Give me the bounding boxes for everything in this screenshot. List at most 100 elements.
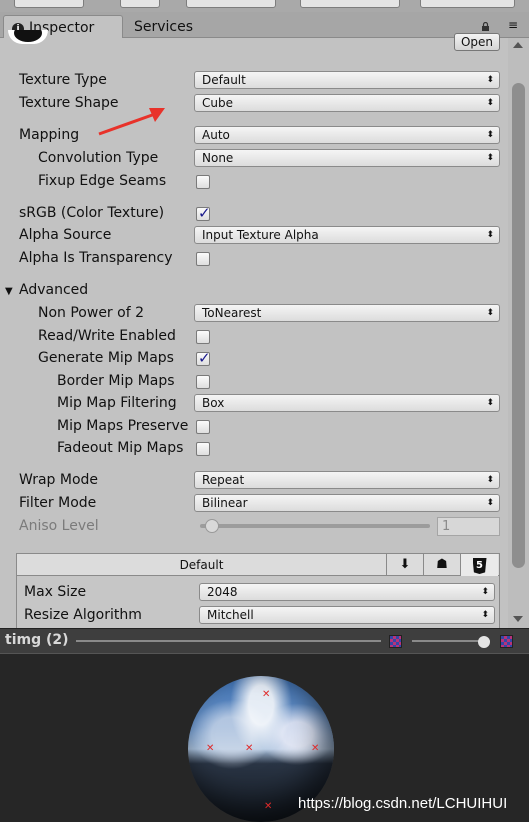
preview-title: timg (2) — [5, 632, 69, 648]
download-icon[interactable]: ⬇ — [387, 554, 424, 576]
resize-algorithm-dropdown[interactable]: Mitchell ⬍ — [199, 606, 495, 624]
mip-map-filtering-label: Mip Map Filtering — [57, 395, 177, 411]
read-write-checkbox[interactable] — [196, 330, 210, 344]
mapping-value: Auto — [202, 128, 230, 142]
fadeout-mip-maps-checkbox[interactable] — [196, 442, 210, 456]
scrollbar[interactable] — [508, 38, 529, 628]
alpha-is-transparency-checkbox[interactable] — [196, 252, 210, 266]
layout-dropdown[interactable] — [420, 0, 515, 8]
mapping-dropdown[interactable]: Auto ⬍ — [194, 126, 500, 144]
filter-mode-dropdown[interactable]: Bilinear ⬍ — [194, 494, 500, 512]
dropdown-arrow-icon: ⬍ — [486, 398, 494, 408]
mip-map-filtering-value: Box — [202, 396, 225, 410]
marker-icon: ✕ — [311, 743, 320, 754]
android-icon[interactable]: ☗ — [424, 554, 461, 576]
max-size-value: 2048 — [207, 585, 238, 599]
aniso-level-slider[interactable] — [200, 524, 430, 528]
dropdown-arrow-icon: ⬍ — [486, 98, 494, 108]
convolution-type-dropdown[interactable]: None ⬍ — [194, 149, 500, 167]
read-write-label: Read/Write Enabled — [38, 328, 176, 344]
html5-glyph: 5 — [472, 558, 487, 574]
filter-mode-value: Bilinear — [202, 496, 248, 510]
wrap-mode-label: Wrap Mode — [19, 472, 99, 488]
dropdown-arrow-icon: ⬍ — [481, 610, 489, 620]
alpha-toggle-icon[interactable] — [500, 635, 513, 648]
wrap-mode-value: Repeat — [202, 473, 245, 487]
fadeout-mip-maps-label: Fadeout Mip Maps — [57, 440, 184, 456]
scroll-down-icon[interactable] — [513, 616, 523, 622]
toolbar-strip — [0, 0, 529, 12]
scrollbar-thumb[interactable] — [512, 83, 525, 568]
tab-services-label: Services — [134, 19, 194, 35]
max-size-label: Max Size — [24, 584, 87, 600]
preview-drag-handle[interactable] — [76, 640, 381, 642]
aniso-level-slider-handle[interactable] — [205, 519, 219, 533]
generate-mip-maps-checkbox[interactable]: ✓ — [196, 349, 211, 367]
resize-algorithm-label: Resize Algorithm — [24, 607, 142, 623]
toolbar-button[interactable] — [120, 0, 160, 8]
advanced-foldout-label[interactable]: Advanced — [19, 282, 88, 298]
resize-algorithm-value: Mitchell — [207, 608, 254, 622]
tab-bar: i Inspector Services ≡ — [0, 12, 529, 38]
fold-open-icon[interactable]: ▼ — [5, 286, 13, 297]
border-mip-maps-label: Border Mip Maps — [57, 373, 175, 389]
dropdown-arrow-icon: ⬍ — [486, 308, 494, 318]
lock-icon[interactable] — [481, 20, 490, 31]
texture-type-dropdown[interactable]: Default ⬍ — [194, 71, 500, 89]
html5-icon[interactable]: 5 — [461, 554, 498, 576]
preview-header[interactable]: timg (2) — [0, 628, 529, 653]
menu-icon[interactable]: ≡ — [508, 18, 518, 32]
mapping-label: Mapping — [19, 127, 80, 143]
marker-icon: ✕ — [264, 801, 273, 812]
convolution-type-label: Convolution Type — [38, 150, 159, 166]
texture-thumbnail — [8, 30, 48, 44]
layers-dropdown[interactable] — [300, 0, 400, 8]
srgb-label: sRGB (Color Texture) — [19, 205, 165, 221]
preview-area[interactable]: ✕ ✕ ✕ ✕ ✕ https://blog.csdn.net/LCHUIHUI — [0, 653, 529, 822]
dropdown-arrow-icon: ⬍ — [481, 587, 489, 597]
tab-services[interactable]: Services — [126, 15, 201, 38]
dropdown-arrow-icon: ⬍ — [486, 153, 494, 163]
marker-icon: ✕ — [262, 689, 271, 700]
mip-map-filtering-dropdown[interactable]: Box ⬍ — [194, 394, 500, 412]
alpha-is-transparency-label: Alpha Is Transparency — [19, 250, 173, 266]
dropdown-arrow-icon: ⬍ — [486, 230, 494, 240]
aniso-level-field[interactable]: 1 — [437, 517, 500, 536]
texture-shape-dropdown[interactable]: Cube ⬍ — [194, 94, 500, 112]
checkmark-icon: ✓ — [198, 204, 211, 222]
checkmark-icon: ✓ — [198, 349, 211, 367]
tab-platform-default[interactable]: Default — [17, 554, 387, 576]
dropdown-arrow-icon: ⬍ — [486, 498, 494, 508]
mip-slider-handle[interactable] — [478, 636, 490, 648]
max-size-dropdown[interactable]: 2048 ⬍ — [199, 583, 495, 601]
alpha-source-value: Input Texture Alpha — [202, 228, 319, 242]
toolbar-button[interactable] — [14, 0, 84, 8]
convolution-type-value: None — [202, 151, 234, 165]
toolbar-button[interactable] — [186, 0, 276, 8]
texture-type-value: Default — [202, 73, 246, 87]
filter-mode-label: Filter Mode — [19, 495, 97, 511]
dropdown-arrow-icon: ⬍ — [486, 75, 494, 85]
alpha-source-dropdown[interactable]: Input Texture Alpha ⬍ — [194, 226, 500, 244]
border-mip-maps-checkbox[interactable] — [196, 375, 210, 389]
fixup-edge-seams-label: Fixup Edge Seams — [38, 173, 167, 189]
mip-maps-preserve-label: Mip Maps Preserve — [57, 418, 189, 434]
alpha-source-label: Alpha Source — [19, 227, 112, 243]
generate-mip-maps-label: Generate Mip Maps — [38, 350, 174, 366]
asset-header: Open — [0, 30, 508, 52]
dropdown-arrow-icon: ⬍ — [486, 130, 494, 140]
non-power-of-2-label: Non Power of 2 — [38, 305, 144, 321]
fixup-edge-seams-checkbox[interactable] — [196, 175, 210, 189]
non-power-of-2-dropdown[interactable]: ToNearest ⬍ — [194, 304, 500, 322]
texture-type-label: Texture Type — [19, 72, 107, 88]
watermark-text: https://blog.csdn.net/LCHUIHUI — [298, 795, 508, 812]
marker-icon: ✕ — [245, 743, 254, 754]
srgb-checkbox[interactable]: ✓ — [196, 204, 211, 222]
texture-color-icon[interactable] — [389, 635, 402, 648]
open-button[interactable]: Open — [453, 33, 500, 51]
dropdown-arrow-icon: ⬍ — [486, 475, 494, 485]
wrap-mode-dropdown[interactable]: Repeat ⬍ — [194, 471, 500, 489]
mip-maps-preserve-checkbox[interactable] — [196, 420, 210, 434]
scroll-up-icon[interactable] — [513, 42, 523, 48]
aniso-level-label: Aniso Level — [19, 518, 99, 534]
